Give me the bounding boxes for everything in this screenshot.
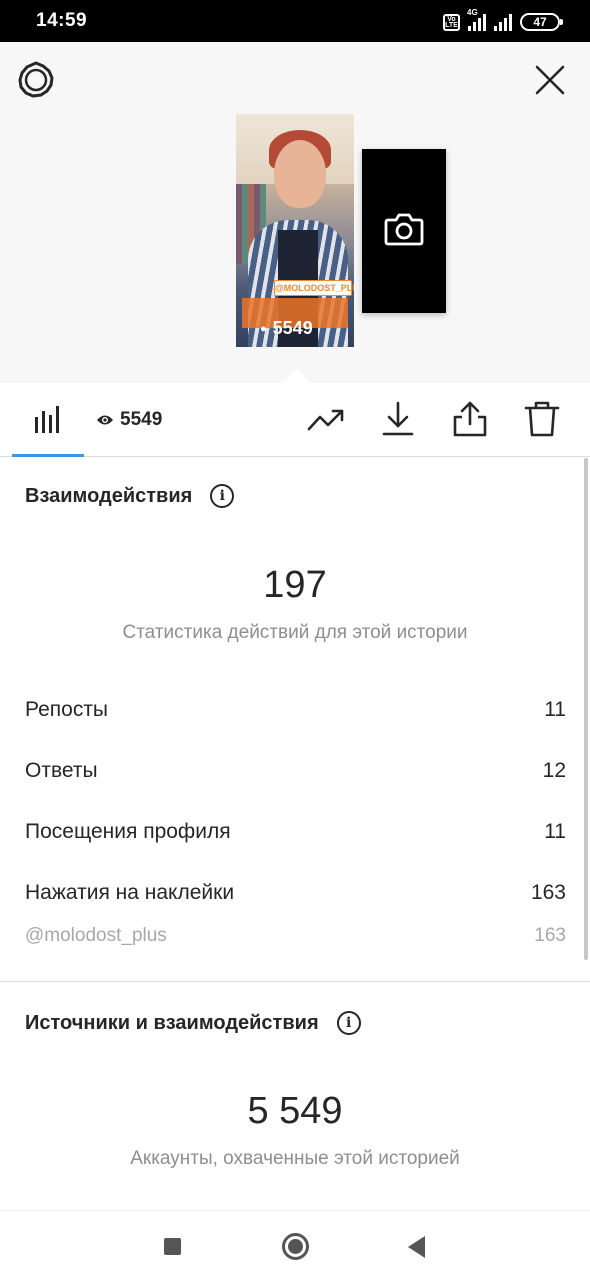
battery-icon: 47 [520, 13, 563, 31]
metric-label: Нажатия на наклейки [25, 881, 235, 904]
metric-label: Ответы [25, 759, 98, 782]
home-icon[interactable] [282, 1233, 309, 1260]
eye-icon: ● [260, 322, 267, 335]
section-divider [0, 981, 590, 982]
mention-sticker: @MOLODOST_PLUS [274, 280, 354, 296]
back-icon[interactable] [408, 1236, 425, 1258]
story-preview-area: @MOLODOST_PLUS ● 5549 [0, 42, 590, 383]
delete-button[interactable] [522, 399, 562, 439]
metric-value: 12 [542, 759, 566, 782]
metric-subrow-sticker-mention[interactable]: @molodost_plus 163 [25, 925, 566, 947]
metric-label: Репосты [25, 698, 109, 721]
add-story-card[interactable] [362, 149, 446, 313]
camera-icon [384, 213, 424, 246]
story-views-count: 5549 [272, 318, 313, 338]
scrollbar[interactable] [584, 458, 588, 960]
signal-4g-icon: 4G [467, 8, 486, 31]
network-type-label: 4G [467, 7, 478, 17]
interactions-title: Взаимодействия [25, 484, 193, 507]
trash-icon [524, 401, 560, 437]
views-count-text: 5549 [120, 409, 163, 430]
metric-value: 163 [530, 881, 566, 904]
discovery-title: Источники и взаимодействия [25, 1011, 319, 1034]
metric-row-reposts: Репосты 11 [25, 698, 566, 722]
status-icons: Vo LTE 4G 47 [443, 8, 563, 32]
signal-icon [494, 13, 512, 31]
metric-row-profile-visits: Посещения профиля 11 [25, 820, 566, 844]
discovery-section-title: Источники и взаимодействия i [25, 1011, 361, 1035]
interactions-caption: Статистика действий для этой истории [122, 622, 468, 643]
share-icon [453, 401, 487, 437]
tab-insights[interactable] [12, 383, 84, 457]
metric-value: 11 [544, 820, 566, 843]
story-views: ● 5549 [260, 318, 313, 339]
settings-gear-icon[interactable] [16, 60, 56, 100]
volte-icon: Vo LTE [443, 13, 460, 31]
metric-value: 11 [544, 698, 566, 721]
discovery-total: 5 549 [247, 1090, 343, 1132]
download-icon [382, 401, 414, 436]
story-thumbnail[interactable]: @MOLODOST_PLUS ● 5549 [236, 114, 354, 347]
metric-label: Посещения профиля [25, 820, 231, 843]
interactions-section-title: Взаимодействия i [25, 484, 235, 508]
info-icon[interactable]: i [210, 484, 235, 508]
metric-row-replies: Ответы 12 [25, 759, 566, 783]
close-icon[interactable] [530, 60, 570, 100]
interactions-total: 197 [263, 564, 327, 606]
trending-up-icon [307, 409, 344, 431]
status-bar: 14:59 Vo LTE 4G 47 [0, 0, 590, 42]
share-button[interactable] [450, 399, 490, 439]
metric-sublabel: @molodost_plus [25, 925, 167, 946]
status-time: 14:59 [36, 10, 88, 31]
download-button[interactable] [378, 399, 418, 439]
system-nav-bar [0, 1210, 590, 1280]
promote-button[interactable] [306, 399, 346, 439]
bar-chart-icon [35, 406, 59, 433]
views-counter[interactable]: 5549 [96, 409, 162, 431]
story-toolbar: 5549 [0, 383, 590, 457]
metric-subvalue: 163 [534, 925, 566, 946]
recents-icon[interactable] [164, 1238, 181, 1255]
info-icon[interactable]: i [336, 1011, 361, 1035]
selected-story-pointer [283, 368, 311, 383]
discovery-caption: Аккаунты, охваченные этой историей [130, 1148, 460, 1169]
metric-row-sticker-taps: Нажатия на наклейки 163 [25, 881, 566, 905]
eye-icon [97, 415, 113, 425]
